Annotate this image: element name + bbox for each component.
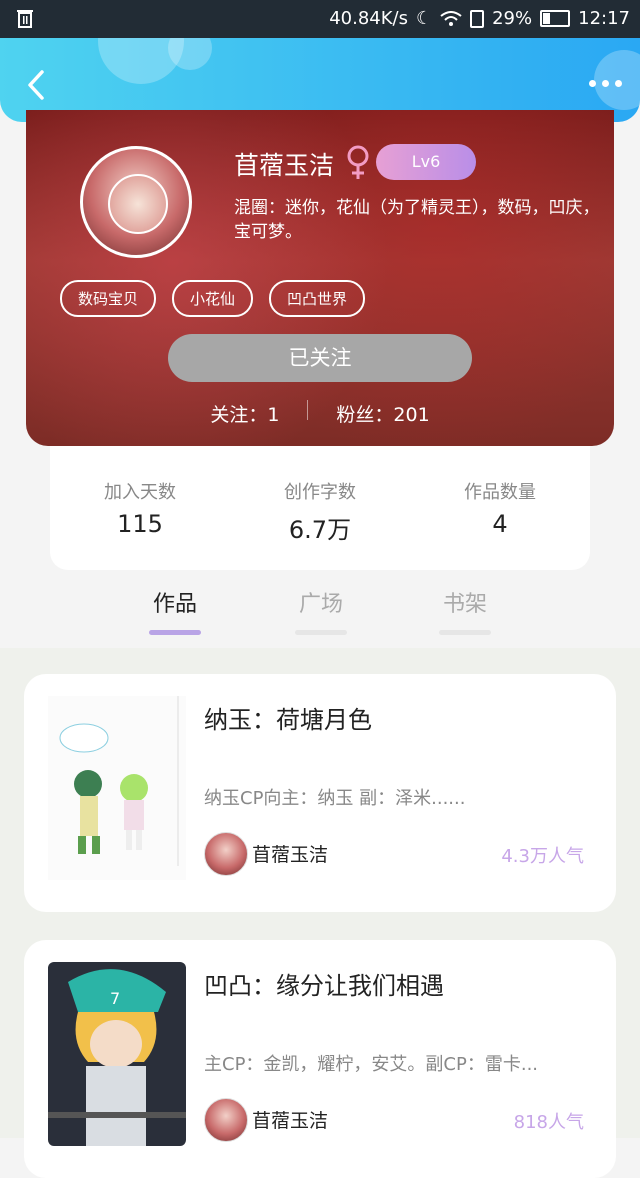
- tab-bar: 作品 广场 书架: [0, 572, 640, 648]
- avatar-inner: [108, 174, 168, 234]
- username: 苜蓿玉洁: [234, 151, 335, 180]
- stat-value: 4: [492, 510, 508, 538]
- tag-flower-fairy[interactable]: 小花仙: [172, 280, 254, 317]
- tab-works[interactable]: 作品: [135, 586, 215, 635]
- author-name[interactable]: 苜蓿玉洁: [252, 840, 328, 867]
- work-cover-image[interactable]: [48, 696, 186, 880]
- work-cover-image[interactable]: 7: [48, 962, 186, 1146]
- follow-stats: 关注：1 粉丝：201: [26, 400, 614, 427]
- battery-fill: [543, 13, 550, 24]
- trash-icon: [17, 10, 33, 28]
- clock: 12:17: [578, 8, 630, 29]
- following-count[interactable]: 关注：1: [210, 400, 279, 427]
- stat-label: 加入天数: [104, 482, 176, 503]
- stats-panel: 加入天数 115 创作字数 6.7万 作品数量 4: [50, 446, 590, 570]
- level-badge: Lv6: [376, 144, 476, 180]
- back-arrow-icon[interactable]: [22, 68, 52, 102]
- tag-aotu-world[interactable]: 凹凸世界: [269, 280, 366, 317]
- bio-text: 混圈：迷你，花仙（为了精灵王），数码，凹庆，宝可梦。: [234, 198, 600, 242]
- wifi-icon: [440, 10, 462, 26]
- followed-button[interactable]: 已关注: [168, 334, 472, 382]
- work-description: 主CP：金凯，耀柠，安艾。副CP：雷卡...: [204, 1054, 539, 1075]
- battery-icon: [540, 10, 571, 27]
- tab-label: 书架: [442, 592, 487, 617]
- tab-label: 作品: [152, 592, 197, 617]
- sim-icon: [470, 9, 485, 28]
- fans-count[interactable]: 粉丝：201: [336, 400, 429, 427]
- work-description: 纳玉CP向主：纳玉 副：泽米......: [204, 788, 466, 809]
- tag-digimon[interactable]: 数码宝贝: [60, 280, 157, 317]
- works-list: 纳玉：荷塘月色 纳玉CP向主：纳玉 副：泽米...... 苜蓿玉洁 4.3万人气…: [0, 648, 640, 1178]
- stat-value: 6.7万: [288, 516, 352, 544]
- work-card[interactable]: 7 凹凸：缘分让我们相遇 主CP：金凯，耀柠，安艾。副CP：雷卡... 苜蓿玉洁…: [24, 940, 616, 1178]
- profile-card: 苜蓿玉洁 Lv6 混圈：迷你，花仙（为了精灵王），数码，凹庆，宝可梦。 数码宝贝…: [26, 110, 614, 446]
- stat-word-count: 创作字数 6.7万: [250, 478, 390, 545]
- female-icon: [347, 145, 369, 179]
- tab-label: 广场: [298, 592, 343, 617]
- work-card[interactable]: 纳玉：荷塘月色 纳玉CP向主：纳玉 副：泽米...... 苜蓿玉洁 4.3万人气: [24, 674, 616, 912]
- author-avatar[interactable]: [204, 832, 248, 876]
- tab-indicator: [295, 630, 347, 635]
- popularity: 4.3万人气: [501, 846, 584, 867]
- svg-text:7: 7: [110, 989, 120, 1008]
- more-options-icon[interactable]: [589, 80, 622, 87]
- stat-work-count: 作品数量 4: [430, 478, 570, 538]
- divider: [307, 400, 309, 420]
- work-title[interactable]: 纳玉：荷塘月色: [204, 700, 372, 735]
- stat-label: 作品数量: [464, 482, 536, 503]
- popularity: 818人气: [513, 1112, 584, 1133]
- stat-join-days: 加入天数 115: [70, 478, 210, 538]
- avatar[interactable]: [80, 146, 192, 258]
- moon-icon: ☾: [415, 8, 433, 29]
- stat-value: 115: [117, 510, 163, 538]
- status-bar: 40.84K/s ☾ 29% 12:17: [0, 0, 640, 38]
- network-speed: 40.84K/s: [329, 8, 408, 29]
- tab-indicator: [439, 630, 491, 635]
- tab-indicator: [149, 630, 201, 635]
- tag-list: 数码宝贝 小花仙 凹凸世界: [60, 280, 366, 317]
- work-title[interactable]: 凹凸：缘分让我们相遇: [204, 966, 444, 1001]
- author-name[interactable]: 苜蓿玉洁: [252, 1106, 328, 1133]
- author-avatar[interactable]: [204, 1098, 248, 1142]
- tab-bookshelf[interactable]: 书架: [425, 586, 505, 635]
- battery-percent: 29%: [492, 8, 533, 29]
- tab-square[interactable]: 广场: [281, 586, 361, 635]
- stat-label: 创作字数: [284, 482, 356, 503]
